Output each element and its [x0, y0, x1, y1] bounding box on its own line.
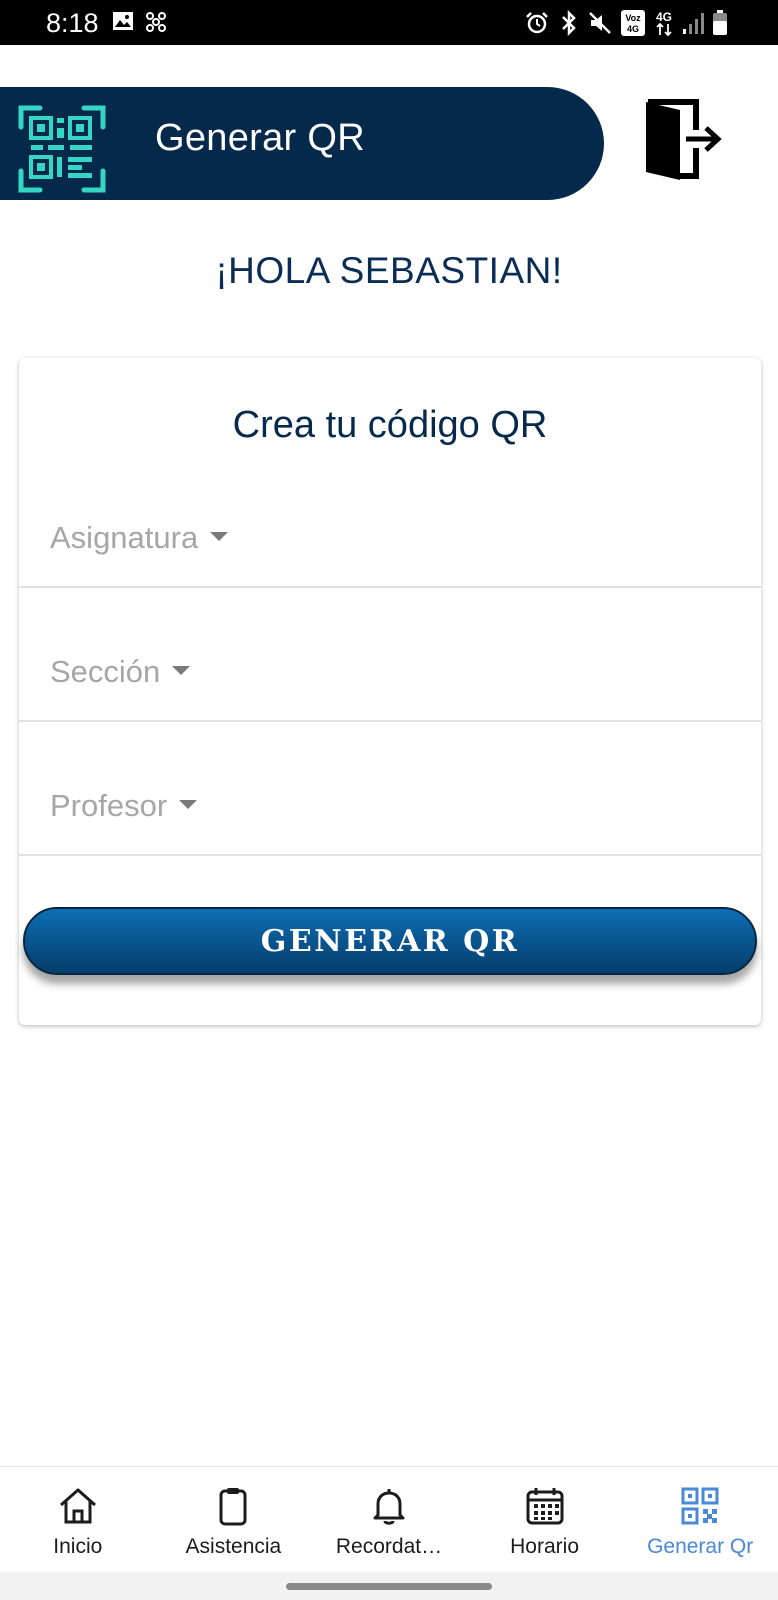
generate-qr-button[interactable]: GENERAR QR — [23, 907, 757, 975]
nav-item-recordatorios[interactable]: Recordat… — [311, 1467, 467, 1572]
profesor-dropdown[interactable]: Profesor — [19, 722, 761, 856]
nav-item-inicio[interactable]: Inicio — [0, 1467, 156, 1572]
svg-text:4G: 4G — [656, 10, 672, 24]
qr-scan-icon — [18, 105, 106, 193]
bluetooth-icon — [558, 9, 580, 41]
dropdown-arrow-icon — [210, 532, 229, 542]
profesor-label: Profesor — [50, 788, 198, 824]
svg-text:Voz: Voz — [625, 13, 641, 23]
status-right-icons: Voz 4G 4G — [524, 9, 728, 42]
greeting-text: ¡HOLA SEBASTIAN! — [215, 250, 563, 291]
volte-icon: Voz 4G — [620, 9, 646, 42]
battery-icon — [712, 10, 728, 41]
image-icon — [112, 10, 134, 39]
nav-label-recordatorios: Recordat… — [335, 1535, 443, 1558]
mute-icon — [588, 11, 612, 40]
status-left-icons — [112, 10, 168, 39]
home-gesture-bar[interactable] — [286, 1583, 492, 1590]
nav-item-asistencia[interactable]: Asistencia — [156, 1467, 312, 1572]
home-icon — [59, 1488, 96, 1524]
seccion-dropdown[interactable]: Sección — [19, 588, 761, 722]
dropdown-arrow-icon — [172, 666, 191, 676]
dropdown-arrow-icon — [179, 800, 198, 810]
status-bar: 8:18 Voz 4G 4G — [0, 0, 778, 45]
nav-label-asistencia: Asistencia — [185, 1535, 282, 1558]
card-title: Crea tu código QR — [232, 404, 548, 446]
bottom-navigation: Inicio Asistencia Recordat… Horario Gene… — [0, 1466, 778, 1572]
bell-icon — [373, 1489, 405, 1525]
header-banner: Generar QR — [0, 87, 604, 200]
nav-item-generar-qr[interactable]: Generar Qr — [622, 1467, 778, 1572]
calendar-icon — [526, 1488, 564, 1525]
signal-icon — [682, 11, 704, 40]
asignatura-dropdown[interactable]: Asignatura — [19, 454, 761, 588]
qr-code-icon — [681, 1487, 719, 1525]
network-4g-icon: 4G — [654, 9, 674, 42]
nav-label-generar-qr: Generar Qr — [647, 1535, 754, 1558]
status-time: 8:18 — [46, 8, 99, 38]
logout-button[interactable] — [640, 96, 726, 182]
fan-icon — [144, 10, 168, 39]
svg-text:4G: 4G — [627, 24, 639, 34]
page-title: Generar QR — [155, 117, 365, 159]
asignatura-label: Asignatura — [50, 520, 229, 556]
seccion-label: Sección — [50, 654, 191, 690]
gesture-area — [0, 1572, 778, 1600]
nav-label-inicio: Inicio — [53, 1535, 103, 1558]
alarm-icon — [524, 10, 550, 41]
nav-item-horario[interactable]: Horario — [467, 1467, 623, 1572]
nav-label-horario: Horario — [510, 1535, 579, 1558]
clipboard-icon — [219, 1488, 247, 1526]
logout-icon — [646, 99, 722, 180]
